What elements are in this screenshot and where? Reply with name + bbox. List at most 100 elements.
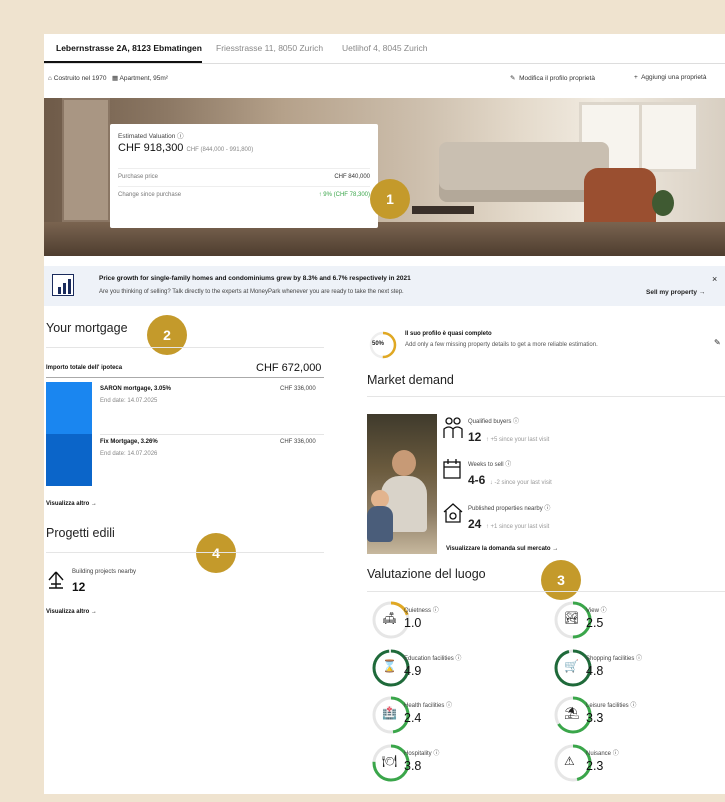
purchase-price-label: Purchase price: [118, 174, 159, 180]
location-value: 2.4: [404, 711, 422, 725]
divider: [367, 591, 725, 592]
info-icon[interactable]: ⓘ: [513, 419, 519, 425]
mortgage-more-link[interactable]: Visualizza altro →: [46, 501, 97, 507]
mortgage-item-name: Fix Mortgage, 3.26%: [100, 439, 158, 445]
divider: [46, 552, 324, 553]
table-shape: [412, 206, 474, 214]
mortgage-item-end: End date: 14.07.2025: [100, 398, 158, 404]
location-value: 4.8: [586, 664, 604, 678]
projects-title: Progetti edili: [46, 526, 115, 540]
price-growth-banner: Price growth for single-family homes and…: [44, 266, 725, 306]
divider: [100, 434, 324, 435]
house-icon: [442, 502, 464, 529]
location-label: Leisure facilities ⓘ: [586, 700, 636, 709]
demand-value: 4-6: [468, 473, 486, 487]
sell-property-link[interactable]: Sell my property →: [646, 289, 705, 296]
demand-label: Published properties nearby ⓘ: [468, 503, 550, 512]
location-label-text: Education facilities: [404, 656, 454, 662]
location-item: ⚠ Nuisance ⓘ 2.3: [553, 743, 619, 788]
demand-delta: ↓ -2 since your last visit: [489, 480, 552, 486]
mortgage-bar-saron: [46, 382, 92, 434]
hospitality-icon: 🍽: [382, 754, 398, 768]
mortgage-item-name: SARON mortgage, 3.05%: [100, 386, 172, 392]
mortgage-total-label: Importo totale dell' ipoteca: [46, 365, 123, 371]
divider: [367, 396, 725, 397]
tab-uetlihof[interactable]: Uetlihof 4, 8045 Zurich: [342, 43, 428, 53]
callout-badge-2: 2: [147, 315, 187, 355]
family-photo: [367, 414, 437, 554]
valuation-label-text: Estimated Valuation: [118, 133, 176, 140]
info-icon[interactable]: ⓘ: [505, 462, 511, 468]
info-icon[interactable]: ⓘ: [177, 133, 184, 140]
location-value: 3.3: [586, 711, 604, 725]
purchase-price-value: CHF 840,000: [334, 174, 370, 180]
close-icon[interactable]: ×: [712, 274, 717, 284]
location-label-text: Shopping facilities: [586, 656, 635, 662]
info-icon[interactable]: ⓘ: [446, 703, 452, 709]
location-value: 2.5: [586, 616, 604, 630]
location-label: Quietness ⓘ: [404, 605, 439, 614]
location-value: 1.0: [404, 616, 422, 630]
location-value: 2.3: [586, 759, 604, 773]
built-year: Costruito nel 1970: [53, 75, 107, 82]
mortgage-title: Your mortgage: [46, 321, 128, 335]
valuation-amount: CHF 918,300: [118, 142, 184, 154]
active-tab-indicator: [44, 61, 202, 63]
profile-subtitle: Add only a few missing property details …: [405, 342, 598, 348]
demand-label: Qualified buyers ⓘ: [468, 416, 519, 425]
tab-lebernstrasse[interactable]: Lebernstrasse 2A, 8123 Ebmatingen: [56, 43, 202, 53]
edit-profile-link[interactable]: ✎ Modifica il profilo proprietà: [510, 74, 595, 82]
add-property-label: Aggiungi una proprietà: [641, 74, 707, 81]
photo-shape: [367, 506, 393, 542]
demand-value-row: 24 ↑ +1 since your last visit: [468, 515, 549, 533]
info-icon[interactable]: ⓘ: [455, 656, 461, 662]
location-label: Hospitality ⓘ: [404, 748, 439, 757]
calendar-icon: [442, 458, 462, 485]
info-icon[interactable]: ⓘ: [636, 656, 642, 662]
demand-value-row: 4-6 ↓ -2 since your last visit: [468, 471, 552, 489]
location-value: 4.9: [404, 664, 422, 678]
location-label: View ⓘ: [586, 605, 607, 614]
demand-delta: ↑ +1 since your last visit: [485, 524, 550, 530]
add-property-link[interactable]: + Aggiungi una proprietà: [634, 74, 706, 81]
projects-label: Building projects nearby: [72, 569, 137, 575]
mortgage-item-end: End date: 14.07.2026: [100, 451, 158, 457]
info-icon[interactable]: ⓘ: [433, 751, 439, 757]
location-item: ⛱ Leisure facilities ⓘ 3.3: [553, 695, 636, 740]
location-label: Shopping facilities ⓘ: [586, 653, 642, 662]
location-label-text: Health facilities: [404, 703, 445, 709]
location-value: 3.8: [404, 759, 422, 773]
demand-label: Weeks to sell ⓘ: [468, 459, 511, 468]
location-title: Valutazione del luogo: [367, 567, 486, 581]
info-icon[interactable]: ⓘ: [433, 608, 439, 614]
edit-profile-label: Modifica il profilo proprietà: [519, 75, 595, 82]
info-icon[interactable]: ⓘ: [601, 608, 607, 614]
property-meta: ⌂ Costruito nel 1970 ▦ Apartment, 95m²: [48, 74, 168, 82]
leisure-icon: ⛱: [564, 706, 580, 720]
demand-value-row: 12 ↑ +5 since your last visit: [468, 428, 549, 446]
location-item: 🛒 Shopping facilities ⓘ 4.8: [553, 648, 642, 693]
photo-shape: [392, 450, 416, 476]
plant-shape: [652, 190, 674, 216]
location-item: ⌛ Education facilities ⓘ 4.9: [371, 648, 461, 693]
divider: [46, 377, 324, 378]
projects-more-link[interactable]: Visualizza altro →: [46, 609, 97, 615]
shopping-icon: 🛒: [564, 659, 579, 673]
change-row: Change since purchase ↑ 9% (CHF 78,300): [118, 186, 370, 198]
change-value: ↑ 9% (CHF 78,300): [318, 192, 370, 198]
buyers-icon: [442, 416, 464, 445]
location-item: 🛋 Quietness ⓘ 1.0: [371, 600, 439, 645]
profile-progress-ring: 50%: [368, 330, 398, 365]
info-icon[interactable]: ⓘ: [544, 506, 550, 512]
property-tabs: Lebernstrasse 2A, 8123 Ebmatingen Friess…: [44, 34, 725, 64]
banner-subtitle: Are you thinking of selling? Talk direct…: [99, 289, 404, 295]
pencil-icon[interactable]: ✎: [714, 338, 721, 347]
info-icon[interactable]: ⓘ: [613, 751, 619, 757]
tab-friesstrasse[interactable]: Friesstrasse 11, 8050 Zurich: [216, 43, 323, 53]
location-label-text: Nuisance: [586, 751, 612, 757]
market-demand-link[interactable]: Visualizzare la domanda sul mercato →: [446, 546, 558, 552]
info-icon[interactable]: ⓘ: [630, 703, 636, 709]
location-label-text: View: [586, 608, 599, 614]
demand-delta: ↑ +5 since your last visit: [485, 437, 550, 443]
purchase-price-row: Purchase price CHF 840,000: [118, 168, 370, 180]
